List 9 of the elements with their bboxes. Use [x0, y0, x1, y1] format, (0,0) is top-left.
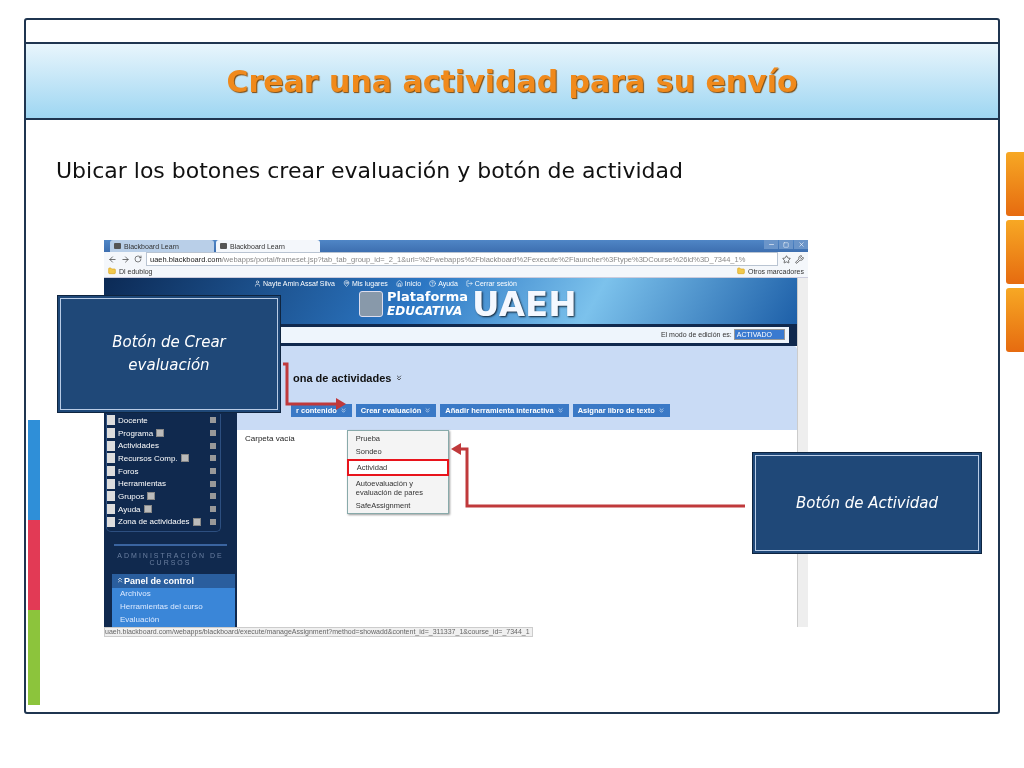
logo-text: Plataforma [387, 289, 469, 305]
logo-brand: UAEH [472, 288, 577, 319]
page-heading: ona de actividades [293, 371, 392, 384]
slide-subtitle: Ubicar los botones crear evaluación y botón de actividad [56, 158, 684, 183]
callout-text: Botón de Crear evaluación [111, 332, 228, 376]
empty-text: Carpeta vacía [245, 433, 295, 445]
logo-text: EDUCATIVA [387, 304, 464, 319]
slide-title: Crear una actividad para su envío [226, 63, 798, 99]
callout-text: Botón de Actividad [795, 492, 939, 514]
